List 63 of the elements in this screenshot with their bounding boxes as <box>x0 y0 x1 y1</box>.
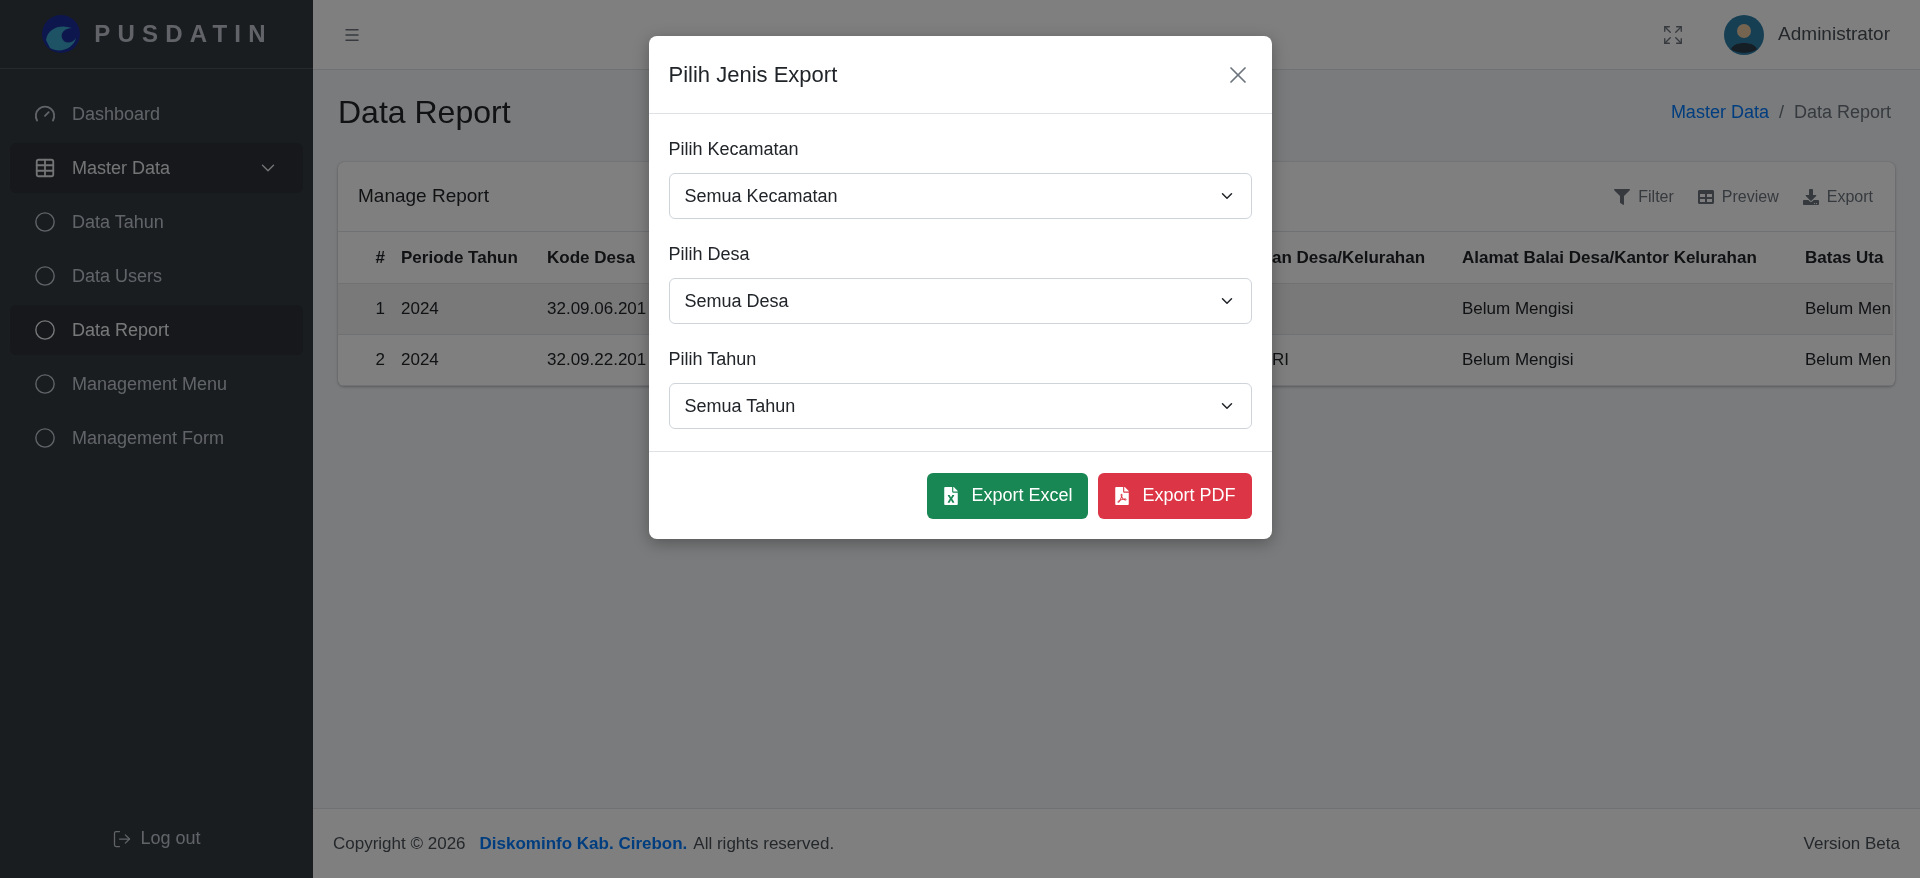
field-label: Pilih Tahun <box>668 348 758 371</box>
spreadsheet-file-icon <box>943 486 960 505</box>
tool-button[interactable]: Filter <box>1614 184 1674 209</box>
fullscreen-icon[interactable] <box>1662 23 1685 46</box>
dialog-title: Pilih Jenis Export <box>668 61 839 89</box>
circle-icon <box>34 319 56 341</box>
table-cell: 2 <box>375 349 385 369</box>
logout-icon <box>112 828 133 849</box>
export-button[interactable]: Export PDF <box>1098 472 1252 519</box>
sidebar-item[interactable]: Data Users <box>10 251 303 301</box>
column-header: Kode Desa <box>547 247 635 267</box>
pdf-file-icon <box>1114 486 1131 505</box>
logo-icon <box>40 14 83 54</box>
column-header: an Desa/Kelurahan <box>1272 247 1426 267</box>
table-cell: 2024 <box>401 298 439 318</box>
breadcrumb-link[interactable]: Master Data <box>1670 98 1769 126</box>
circle-icon <box>34 373 56 395</box>
table-icon <box>34 157 56 179</box>
select-field[interactable]: Semua Tahun <box>668 383 1252 429</box>
export-button[interactable]: Export Excel <box>927 472 1089 519</box>
column-header: Batas Uta <box>1805 247 1884 267</box>
column-header: Periode Tahun <box>401 247 518 267</box>
circle-icon <box>34 427 56 449</box>
table-cell: 32.09.06.201 <box>547 298 647 318</box>
table-cell: Belum Men <box>1805 349 1891 369</box>
page-title: Data Report <box>338 93 511 132</box>
filter-icon <box>1614 188 1631 205</box>
column-header: Alamat Balai Desa/Kantor Kelurahan <box>1462 247 1757 267</box>
breadcrumb-current: Data Report <box>1793 100 1891 124</box>
version-text: Version Beta <box>1803 832 1900 855</box>
circle-icon <box>34 211 56 233</box>
tool-button[interactable]: Export <box>1802 184 1873 209</box>
brand-name: PUSDATIN <box>94 19 273 49</box>
card-title: Manage Report <box>358 184 489 209</box>
circle-icon <box>34 265 56 287</box>
select-field[interactable]: Semua Kecamatan <box>668 173 1252 219</box>
select-field[interactable]: Semua Desa <box>668 278 1252 324</box>
avatar-icon[interactable] <box>1724 14 1765 55</box>
user-name[interactable]: Administrator <box>1778 20 1890 49</box>
logout-link[interactable]: Log out <box>112 825 201 852</box>
table-cell: Belum Men <box>1805 298 1891 318</box>
column-header: # <box>375 247 385 267</box>
table-cell: 32.09.22.201 <box>547 349 647 369</box>
breadcrumb-separator: / <box>1778 100 1784 124</box>
footer-link[interactable]: Diskominfo Kab. Cirebon. <box>479 830 688 857</box>
table-cell: 2024 <box>401 349 439 369</box>
field-label: Pilih Kecamatan <box>668 138 800 161</box>
sidebar-item[interactable]: Data Tahun <box>10 197 303 247</box>
table-cell: RI <box>1272 349 1289 369</box>
table-cell: Belum Mengisi <box>1462 349 1574 369</box>
tool-button[interactable]: Preview <box>1697 184 1779 209</box>
sidebar-item[interactable]: Dashboard <box>10 89 303 139</box>
sidebar-item[interactable]: Management Menu <box>10 359 303 409</box>
table-cell: Belum Mengisi <box>1462 298 1574 318</box>
table-icon <box>1697 188 1714 205</box>
sidebar-item[interactable]: Data Report <box>10 305 303 355</box>
copyright-text: Copyright © 2026 <box>333 832 466 855</box>
table-cell: 1 <box>375 298 385 318</box>
rights-text: All rights reserved. <box>693 832 836 855</box>
sidebar-item[interactable]: Management Form <box>10 413 303 463</box>
sidebar-item[interactable]: Master Data <box>10 143 303 193</box>
download-icon <box>1802 188 1819 205</box>
field-label: Pilih Desa <box>668 243 751 266</box>
